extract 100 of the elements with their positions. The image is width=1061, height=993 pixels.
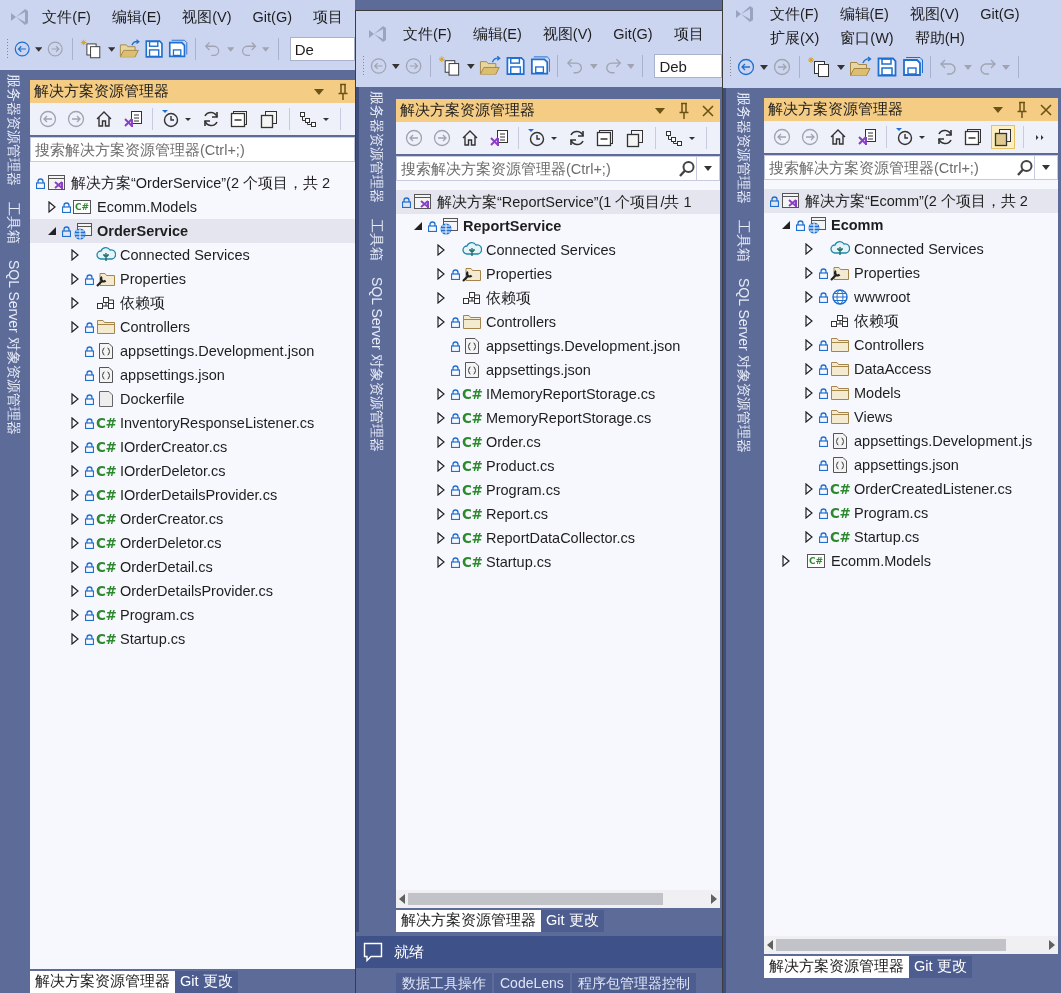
tree-row[interactable]: C# Order.cs: [396, 430, 720, 454]
tree-row[interactable]: C# InventoryResponseListener.cs: [30, 411, 355, 435]
tree-row[interactable]: OrderService: [30, 219, 355, 243]
tree-row[interactable]: C# OrderCreator.cs: [30, 507, 355, 531]
tree-row[interactable]: appsettings.Development.json: [396, 334, 720, 358]
tree-row[interactable]: C# IOrderCreator.cs: [30, 435, 355, 459]
tree-row[interactable]: appsettings.json: [30, 363, 355, 387]
side-tab[interactable]: 工具箱: [5, 202, 23, 244]
tree-row[interactable]: appsettings.Development.json: [30, 339, 355, 363]
side-tab[interactable]: 服务器资源管理器: [5, 74, 23, 186]
panel-tab[interactable]: 解决方案资源管理器: [396, 910, 541, 932]
tree-row[interactable]: Controllers: [396, 310, 720, 334]
tree-item-label: appsettings.Development.json: [486, 338, 681, 354]
tree-row[interactable]: Dockerfile: [30, 387, 355, 411]
tree-row[interactable]: Properties: [396, 262, 720, 286]
tree-row[interactable]: C# Program.cs: [396, 478, 720, 502]
side-tab[interactable]: SQL Server 对象资源管理器: [735, 278, 753, 453]
menu-item[interactable]: 窗口(W): [831, 28, 906, 48]
menu-item[interactable]: 帮助(H): [905, 28, 977, 48]
side-tab[interactable]: 工具箱: [367, 219, 386, 261]
side-tab[interactable]: 工具箱: [735, 220, 753, 262]
panel-tab[interactable]: Git 更改: [175, 971, 238, 993]
tree-row[interactable]: C# Startup.cs: [396, 550, 720, 574]
tree-row[interactable]: C# Report.cs: [396, 502, 720, 526]
tree-row[interactable]: appsettings.Development.js: [764, 429, 1058, 453]
tree-row[interactable]: C# OrderDetailsProvider.cs: [30, 579, 355, 603]
tree-row[interactable]: C# OrderCreatedListener.cs: [764, 477, 1058, 501]
tree-row[interactable]: ReportService: [396, 214, 720, 238]
side-tab[interactable]: SQL Server 对象资源管理器: [367, 277, 386, 452]
menu-item[interactable]: 项目: [304, 7, 355, 27]
tool-window-tab[interactable]: 程序包管理器控制: [571, 973, 696, 993]
tree-row[interactable]: wwwroot: [764, 285, 1058, 309]
tree-row[interactable]: appsettings.json: [396, 358, 720, 382]
tree-row[interactable]: C# Ecomm.Models: [30, 195, 355, 219]
tree-row[interactable]: Properties: [30, 267, 355, 291]
menu-item[interactable]: 编辑(E): [102, 7, 174, 27]
tool-window-tab[interactable]: 数据工具操作: [396, 973, 492, 993]
panel-tab[interactable]: Git 更改: [541, 910, 604, 932]
tree-row[interactable]: C# OrderDetail.cs: [30, 555, 355, 579]
horizontal-scrollbar[interactable]: [764, 936, 1058, 954]
tree-row[interactable]: C# Startup.cs: [30, 627, 355, 651]
menu-item[interactable]: 视图(V): [533, 24, 605, 44]
tree-row[interactable]: 解决方案“ReportService”(1 个项目/共 1: [396, 190, 720, 214]
tree-row[interactable]: C# Product.cs: [396, 454, 720, 478]
menu-item[interactable]: 编辑(E): [830, 4, 901, 24]
tree-row[interactable]: Ecomm: [764, 213, 1058, 237]
tree-row[interactable]: Connected Services: [396, 238, 720, 262]
tree-row[interactable]: C# IMemoryReportStorage.cs: [396, 382, 720, 406]
tree-row[interactable]: C# Startup.cs: [764, 525, 1058, 549]
side-tab[interactable]: 服务器资源管理器: [367, 91, 386, 203]
configuration-dropdown[interactable]: De: [289, 37, 355, 61]
tree-row[interactable]: 依赖项: [764, 309, 1058, 333]
tree-row[interactable]: C# Program.cs: [764, 501, 1058, 525]
tree-row[interactable]: Controllers: [764, 333, 1058, 357]
menu-item[interactable]: Git(G): [971, 6, 1032, 22]
menu-item[interactable]: 项目: [664, 24, 716, 44]
search-field[interactable]: 搜索解决方案资源管理器(Ctrl+;): [30, 137, 355, 162]
tree-item-label: DataAccess: [854, 361, 932, 377]
tree-item-label: IOrderDeletor.cs: [120, 463, 226, 479]
panel-tab[interactable]: 解决方案资源管理器: [764, 956, 909, 978]
tree-row[interactable]: C# IOrderDetailsProvider.cs: [30, 483, 355, 507]
side-tab[interactable]: SQL Server 对象资源管理器: [5, 260, 23, 435]
tree-row[interactable]: C# OrderDeletor.cs: [30, 531, 355, 555]
tree-row[interactable]: 依赖项: [30, 291, 355, 315]
tree-row[interactable]: Connected Services: [764, 237, 1058, 261]
menu-item[interactable]: Git(G): [604, 26, 665, 42]
menu-item[interactable]: Git(G): [243, 9, 304, 25]
tree-row[interactable]: 解决方案“Ecomm”(2 个项目，共 2: [764, 189, 1058, 213]
horizontal-scrollbar[interactable]: [396, 890, 720, 908]
configuration-dropdown[interactable]: Deb: [654, 54, 722, 78]
tree-row[interactable]: appsettings.json: [764, 453, 1058, 477]
menu-item[interactable]: 文件(F): [394, 24, 464, 44]
tree-row[interactable]: Connected Services: [30, 243, 355, 267]
menu-item[interactable]: 文件(F): [33, 7, 103, 27]
dropdown-arrow-icon: [993, 106, 1003, 113]
tree-row[interactable]: 解决方案“OrderService”(2 个项目，共 2: [30, 171, 355, 195]
search-field[interactable]: 搜索解决方案资源管理器(Ctrl+;): [764, 155, 1058, 180]
panel-tab[interactable]: 解决方案资源管理器: [30, 971, 175, 993]
menu-item[interactable]: 扩展(X): [761, 28, 832, 48]
tree-row[interactable]: C# ReportDataCollector.cs: [396, 526, 720, 550]
menu-item[interactable]: 视图(V): [900, 4, 972, 24]
tree-row[interactable]: Models: [764, 381, 1058, 405]
tree-row[interactable]: Controllers: [30, 315, 355, 339]
panel-tab[interactable]: Git 更改: [909, 956, 972, 978]
menu-item[interactable]: 编辑(E): [463, 24, 534, 44]
caret-icon: [262, 46, 270, 52]
tree-row[interactable]: DataAccess: [764, 357, 1058, 381]
tree-row[interactable]: C# MemoryReportStorage.cs: [396, 406, 720, 430]
tree-item-label: ReportDataCollector.cs: [486, 530, 636, 546]
tree-row[interactable]: C# IOrderDeletor.cs: [30, 459, 355, 483]
tree-row[interactable]: C# Program.cs: [30, 603, 355, 627]
menu-item[interactable]: 文件(F): [761, 4, 831, 24]
side-tab[interactable]: 服务器资源管理器: [735, 92, 753, 204]
tree-row[interactable]: C# Ecomm.Models: [764, 549, 1058, 573]
tree-row[interactable]: 依赖项: [396, 286, 720, 310]
menu-item[interactable]: 视图(V): [173, 7, 244, 27]
tree-row[interactable]: Properties: [764, 261, 1058, 285]
tree-row[interactable]: Views: [764, 405, 1058, 429]
tool-window-tab[interactable]: CodeLens: [494, 973, 570, 993]
search-field[interactable]: 搜索解决方案资源管理器(Ctrl+;): [396, 156, 720, 181]
